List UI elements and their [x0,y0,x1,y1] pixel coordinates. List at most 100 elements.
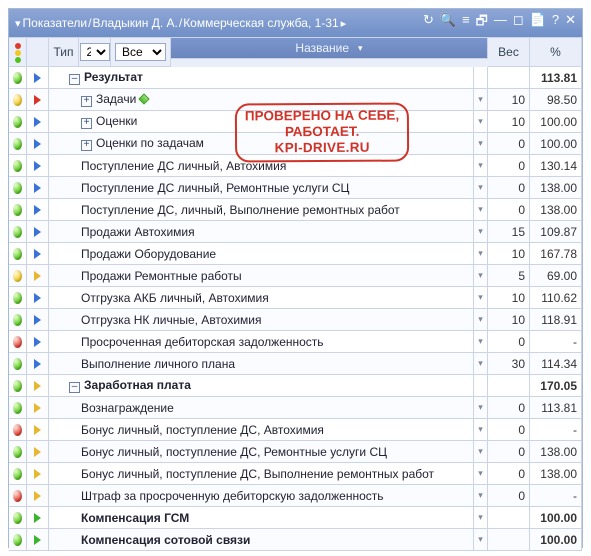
table-row[interactable]: +Оценки по задачам▾0100.00 [9,133,582,155]
row-menu-toggle[interactable]: ▾ [474,309,488,331]
direction-header[interactable] [27,38,49,67]
name-cell[interactable]: Штраф за просроченную дебиторскую задолж… [49,485,474,507]
windows-icon[interactable]: 🗗 [476,12,488,34]
level-select[interactable]: 2 [80,43,110,61]
row-menu-toggle[interactable]: ▾ [474,111,488,133]
column-header-row: Тип 2 Все Название ▾ Вес % [9,37,582,67]
maximize-icon[interactable]: ◻ [513,12,524,34]
name-cell[interactable]: +Оценки [49,111,474,133]
table-row[interactable]: Отгрузка НК личные, Автохимия▾10118.91 [9,309,582,331]
table-row[interactable]: Бонус личный, поступление ДС, Автохимия▾… [9,419,582,441]
row-menu-toggle[interactable]: ▾ [474,485,488,507]
table-row[interactable]: Поступление ДС, личный, Выполнение ремон… [9,199,582,221]
name-cell[interactable]: Отгрузка НК личные, Автохимия [49,309,474,331]
status-dot-icon [13,358,22,370]
row-menu-toggle[interactable]: ▾ [474,221,488,243]
help-icon[interactable]: ? [552,12,559,34]
row-menu-toggle[interactable]: ▾ [474,177,488,199]
table-row[interactable]: –Результат113.81 [9,67,582,89]
name-cell[interactable]: Поступление ДС личный, Ремонтные услуги … [49,177,474,199]
name-cell[interactable]: Поступление ДС, личный, Выполнение ремон… [49,199,474,221]
name-cell[interactable]: Продажи Автохимия [49,221,474,243]
table-row[interactable]: Продажи Ремонтные работы▾569.00 [9,265,582,287]
name-cell[interactable]: Бонус личный, поступление ДС, Выполнение… [49,463,474,485]
breadcrumb-seg-1[interactable]: Показатели [23,16,88,30]
breadcrumb-next-icon[interactable]: ▸ [341,17,347,30]
name-cell[interactable]: Бонус личный, поступление ДС, Ремонтные … [49,441,474,463]
collapse-icon[interactable]: – [69,382,80,393]
row-menu-toggle[interactable]: ▾ [474,397,488,419]
type-header[interactable]: Тип [49,38,79,67]
table-row[interactable]: –Заработная плата170.05 [9,375,582,397]
breadcrumb-seg-3[interactable]: Коммерческая служба, 1-31 [183,16,338,30]
expand-icon[interactable]: + [81,118,92,129]
table-row[interactable]: Бонус личный, поступление ДС, Выполнение… [9,463,582,485]
table-row[interactable]: Штраф за просроченную дебиторскую задолж… [9,485,582,507]
name-cell[interactable]: Компенсация сотовой связи [49,529,474,551]
row-menu-toggle[interactable]: ▾ [474,529,488,551]
list-icon[interactable]: ≡ [462,12,470,34]
direction-cell [27,485,49,507]
table-row[interactable]: Компенсация ГСМ▾100.00 [9,507,582,529]
row-menu-toggle[interactable]: ▾ [474,463,488,485]
weight-header[interactable]: Вес [488,38,530,67]
name-cell[interactable]: Компенсация ГСМ [49,507,474,529]
name-cell[interactable]: Бонус личный, поступление ДС, Автохимия [49,419,474,441]
row-menu-toggle[interactable]: ▾ [474,419,488,441]
row-menu-toggle[interactable]: ▾ [474,133,488,155]
table-row[interactable]: +Задачи▾1098.50 [9,89,582,111]
row-menu-toggle[interactable]: ▾ [474,507,488,529]
name-cell[interactable]: Вознаграждение [49,397,474,419]
table-row[interactable]: Поступление ДС личный, Ремонтные услуги … [9,177,582,199]
row-menu-toggle[interactable]: ▾ [474,243,488,265]
name-cell[interactable]: Продажи Оборудование [49,243,474,265]
percent-header[interactable]: % [530,38,582,67]
table-row[interactable]: Просроченная дебиторская задолженность▾0… [9,331,582,353]
title-caret-icon[interactable]: ▾ [15,17,21,30]
name-cell[interactable]: Просроченная дебиторская задолженность [49,331,474,353]
minimize-icon[interactable]: — [494,12,507,34]
table-row[interactable]: Продажи Автохимия▾15109.87 [9,221,582,243]
expand-icon[interactable]: + [81,140,92,151]
scope-select[interactable]: Все [115,43,166,61]
level-filter[interactable]: 2 [79,38,111,67]
breadcrumb-seg-2[interactable]: Владыкин Д. А. [92,16,177,30]
name-cell[interactable]: Поступление ДС личный, Автохимия [49,155,474,177]
scope-filter[interactable]: Все [111,38,171,67]
table-row[interactable]: Поступление ДС личный, Автохимия▾0130.14 [9,155,582,177]
search-icon[interactable]: 🔍 [440,12,456,34]
weight-cell: 0 [488,331,530,353]
refresh-icon[interactable]: ↻ [423,12,434,34]
status-cell [9,177,27,199]
table-row[interactable]: Вознаграждение▾0113.81 [9,397,582,419]
weight-cell: 15 [488,221,530,243]
row-menu-toggle[interactable]: ▾ [474,155,488,177]
expand-icon[interactable]: + [81,96,92,107]
row-menu-toggle[interactable]: ▾ [474,287,488,309]
name-cell[interactable]: Продажи Ремонтные работы [49,265,474,287]
table-row[interactable]: Компенсация сотовой связи▾100.00 [9,529,582,551]
row-menu-toggle[interactable]: ▾ [474,353,488,375]
table-row[interactable]: Выполнение личного плана▾30114.34 [9,353,582,375]
row-menu-toggle[interactable]: ▾ [474,199,488,221]
row-menu-toggle[interactable]: ▾ [474,331,488,353]
table-row[interactable]: Отгрузка АКБ личный, Автохимия▾10110.62 [9,287,582,309]
row-menu-toggle[interactable]: ▾ [474,441,488,463]
page-icon[interactable]: 📄 [530,12,546,34]
collapse-icon[interactable]: – [69,74,80,85]
table-row[interactable]: Бонус личный, поступление ДС, Ремонтные … [9,441,582,463]
row-menu-toggle[interactable]: ▾ [474,265,488,287]
status-header[interactable] [9,38,27,67]
play-arrow-icon [34,535,41,545]
table-row[interactable]: Продажи Оборудование▾10167.78 [9,243,582,265]
name-header[interactable]: Название ▾ [171,38,488,59]
name-cell[interactable]: Отгрузка АКБ личный, Автохимия [49,287,474,309]
close-icon[interactable]: ✕ [565,12,576,34]
row-menu-toggle[interactable]: ▾ [474,89,488,111]
name-cell[interactable]: +Оценки по задачам [49,133,474,155]
name-cell[interactable]: –Результат [49,67,474,89]
name-cell[interactable]: Выполнение личного плана [49,353,474,375]
name-cell[interactable]: +Задачи [49,89,474,111]
table-row[interactable]: +Оценки▾10100.00 [9,111,582,133]
name-cell[interactable]: –Заработная плата [49,375,474,397]
